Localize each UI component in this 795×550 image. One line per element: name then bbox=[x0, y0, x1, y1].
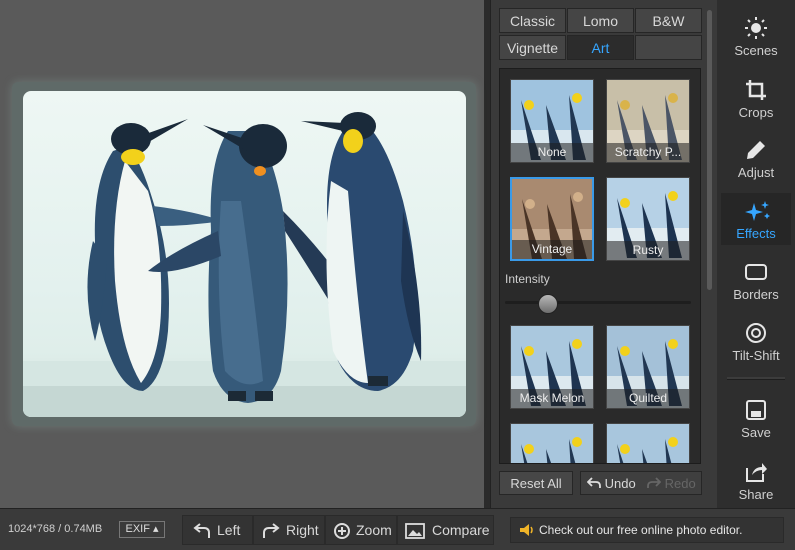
tab-lomo[interactable]: Lomo bbox=[567, 8, 634, 33]
effect-label: Scratchy P... bbox=[607, 143, 689, 162]
compare-button[interactable]: Compare bbox=[397, 515, 494, 545]
promo-notice[interactable]: Check out our free online photo editor. bbox=[510, 517, 784, 543]
nav-scenes[interactable]: Scenes bbox=[721, 10, 791, 62]
tab-art[interactable]: Art bbox=[567, 35, 634, 60]
floppy-icon bbox=[746, 400, 766, 420]
undo-label: Undo bbox=[604, 476, 636, 491]
redo-label: Redo bbox=[664, 476, 696, 491]
rotate-right-icon bbox=[263, 523, 280, 538]
tab-empty bbox=[635, 35, 702, 60]
sparkle-icon bbox=[745, 201, 770, 221]
effect-label: Quilted bbox=[607, 389, 689, 408]
tab-classic[interactable]: Classic bbox=[499, 8, 566, 33]
status-bar: 1024*768 / 0.74MB EXIF ▴ Left Right Zoom… bbox=[0, 508, 795, 550]
tool-nav: Scenes Crops Adjust Effects Borders Tilt… bbox=[717, 0, 795, 508]
nav-label: Tilt-Shift bbox=[732, 348, 780, 363]
tab-vignette[interactable]: Vignette bbox=[499, 35, 566, 60]
effect-scratchy[interactable]: Scratchy P... bbox=[606, 79, 690, 163]
edited-photo bbox=[23, 91, 466, 417]
effect-label: Vintage bbox=[512, 240, 592, 259]
effect-label: None bbox=[511, 143, 593, 162]
photo-canvas bbox=[0, 0, 484, 508]
nav-effects[interactable]: Effects bbox=[721, 193, 791, 245]
nav-save[interactable]: Save bbox=[721, 392, 791, 444]
effect-thumbnails: None Scratchy P... Vintage Rusty Mask Me… bbox=[499, 68, 701, 464]
nav-borders[interactable]: Borders bbox=[721, 254, 791, 306]
zoom-button[interactable]: Zoom bbox=[325, 515, 397, 545]
effect-vintage[interactable]: Vintage bbox=[510, 177, 594, 261]
crop-icon bbox=[746, 80, 766, 100]
effect-label: Mask Melon bbox=[511, 389, 593, 408]
image-info: 1024*768 / 0.74MB bbox=[8, 523, 103, 535]
effect-thumb-partial[interactable] bbox=[606, 423, 690, 463]
pencil-icon bbox=[747, 141, 765, 159]
nav-label: Scenes bbox=[734, 43, 778, 58]
intensity-slider-track[interactable] bbox=[505, 301, 691, 304]
effect-none[interactable]: None bbox=[510, 79, 594, 163]
speaker-icon bbox=[520, 524, 533, 536]
rotate-left-button[interactable]: Left bbox=[182, 515, 253, 545]
nav-share[interactable]: Share bbox=[721, 454, 791, 506]
target-icon bbox=[746, 323, 766, 343]
effect-quilted[interactable]: Quilted bbox=[606, 325, 690, 409]
share-icon bbox=[746, 463, 767, 482]
nav-label: Save bbox=[741, 425, 771, 440]
redo-icon bbox=[647, 477, 662, 488]
nav-tilt-shift[interactable]: Tilt-Shift bbox=[721, 315, 791, 367]
nav-crops[interactable]: Crops bbox=[721, 72, 791, 124]
reset-all-button[interactable]: Reset All bbox=[499, 471, 573, 495]
nav-adjust[interactable]: Adjust bbox=[721, 132, 791, 184]
rotate-left-icon bbox=[193, 523, 210, 538]
intensity-label: Intensity bbox=[505, 272, 550, 286]
nav-label: Borders bbox=[733, 287, 779, 302]
effects-panel: Classic Lomo B&W Vignette Art None Scrat… bbox=[490, 0, 718, 508]
rotate-right-button[interactable]: Right bbox=[253, 515, 325, 545]
effect-mask-melon[interactable]: Mask Melon bbox=[510, 325, 594, 409]
effect-rusty[interactable]: Rusty bbox=[606, 177, 690, 261]
nav-label: Share bbox=[738, 487, 774, 502]
zoom-icon bbox=[334, 523, 350, 539]
undo-redo-group: Undo Redo bbox=[580, 471, 702, 495]
redo-button[interactable]: Redo bbox=[647, 472, 696, 496]
image-icon bbox=[405, 523, 425, 539]
undo-button[interactable]: Undo bbox=[586, 472, 636, 496]
tab-bw[interactable]: B&W bbox=[635, 8, 702, 33]
effect-thumb-partial[interactable] bbox=[510, 423, 594, 463]
nav-divider bbox=[727, 377, 785, 380]
border-icon bbox=[745, 264, 767, 280]
rotate-right-label: Right bbox=[286, 522, 319, 538]
promo-text: Check out our free online photo editor. bbox=[539, 523, 743, 537]
nav-label: Effects bbox=[736, 226, 776, 241]
sun-icon bbox=[745, 17, 767, 39]
effect-label: Rusty bbox=[607, 241, 689, 260]
rotate-left-label: Left bbox=[217, 522, 241, 538]
compare-label: Compare bbox=[432, 522, 490, 538]
zoom-label: Zoom bbox=[356, 522, 392, 538]
nav-label: Adjust bbox=[737, 165, 775, 180]
exif-button[interactable]: EXIF ▴ bbox=[119, 521, 165, 538]
panel-scrollbar[interactable] bbox=[707, 10, 712, 290]
undo-icon bbox=[586, 477, 601, 488]
nav-label: Crops bbox=[738, 105, 774, 120]
effect-category-tabs: Classic Lomo B&W Vignette Art bbox=[499, 8, 703, 62]
